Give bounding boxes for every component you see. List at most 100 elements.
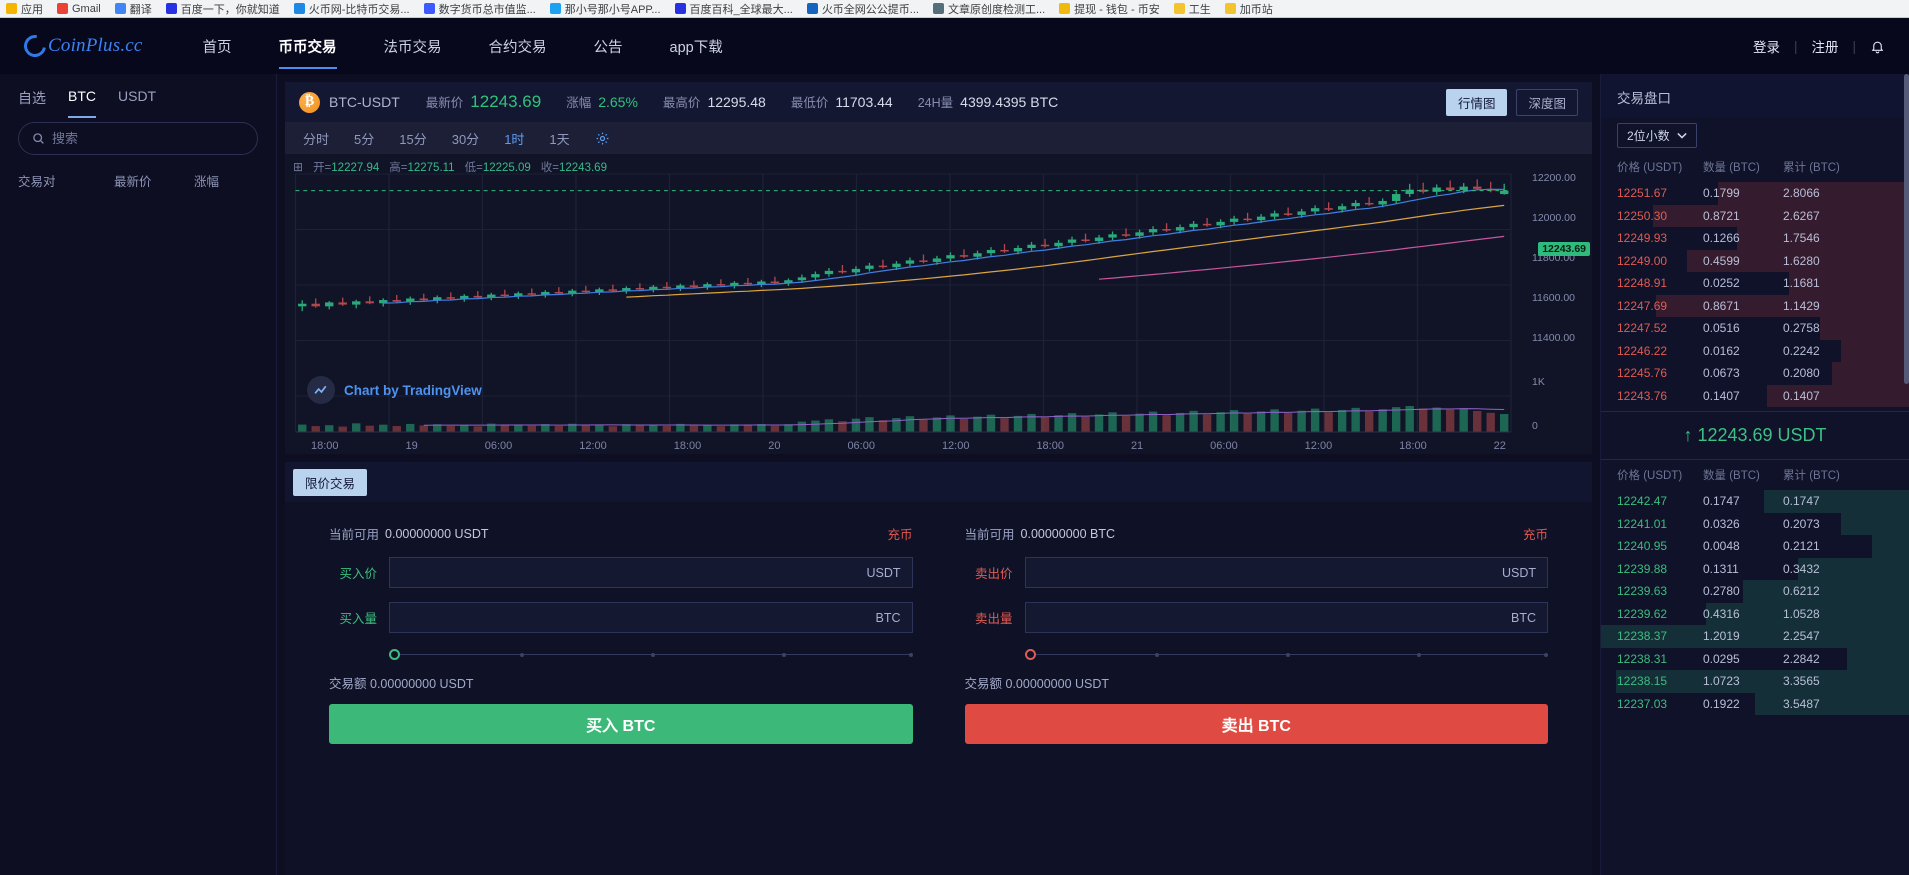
login-link[interactable]: 登录 bbox=[1753, 36, 1780, 56]
bookmark-item[interactable]: 百度一下，你就知道 bbox=[165, 1, 280, 17]
bookmark-item[interactable]: 数字货币总市值监... bbox=[423, 1, 536, 17]
gear-icon[interactable] bbox=[595, 131, 610, 146]
order-book-row[interactable]: 12242.47 0.1747 0.1747 bbox=[1601, 490, 1909, 513]
sell-price-box[interactable]: USDT bbox=[1024, 557, 1548, 588]
order-book-row[interactable]: 12246.22 0.0162 0.2242 bbox=[1601, 339, 1909, 362]
slider-knob[interactable] bbox=[1024, 649, 1036, 660]
row-quantity: 0.1311 bbox=[1703, 561, 1739, 576]
buy-percent-slider[interactable] bbox=[329, 647, 913, 663]
buy-topup-link[interactable]: 充币 bbox=[887, 524, 912, 543]
bookmark-item[interactable]: 加币站 bbox=[1224, 1, 1273, 17]
order-book-row[interactable]: 12248.91 0.0252 1.1681 bbox=[1601, 272, 1909, 295]
nav-item-合约交易[interactable]: 合约交易 bbox=[489, 18, 547, 75]
sell-percent-slider[interactable] bbox=[965, 647, 1548, 663]
bookmark-item[interactable]: 提现 - 钱包 - 币安 bbox=[1059, 1, 1160, 17]
order-book-row[interactable]: 12239.88 0.1311 0.3432 bbox=[1601, 557, 1909, 580]
page-body: 自选 BTC USDT 交易对 最新价 涨幅 ₿ BTC-USDT 最新价 12243… bbox=[0, 74, 1909, 875]
order-book-row[interactable]: 12238.15 1.0723 3.3565 bbox=[1601, 670, 1909, 693]
col-qty: 数量 (BTC) bbox=[1703, 162, 1760, 174]
row-price: 12238.37 bbox=[1617, 629, 1668, 644]
order-book-row[interactable]: 12238.31 0.0295 2.2842 bbox=[1601, 647, 1909, 670]
order-book-row[interactable]: 12243.76 0.1407 0.1407 bbox=[1601, 384, 1909, 407]
timeframe-1时[interactable]: 1时 bbox=[504, 129, 524, 148]
row-total: 0.2121 bbox=[1783, 539, 1820, 554]
market-tab-BTC[interactable]: BTC bbox=[68, 88, 96, 118]
timeframe-30分[interactable]: 30分 bbox=[452, 129, 479, 148]
order-book-row[interactable]: 12247.69 0.8671 1.1429 bbox=[1601, 294, 1909, 317]
page-scrollbar[interactable] bbox=[1904, 74, 1909, 384]
timeframe-bar: 分时 5分 15分 30分 1时 1天 bbox=[285, 122, 1592, 154]
timeframe-15分[interactable]: 15分 bbox=[399, 129, 426, 148]
buy-amount-input[interactable] bbox=[401, 610, 876, 625]
order-book-row[interactable]: 12250.30 0.8721 2.6267 bbox=[1601, 204, 1909, 227]
bookmark-label: 百度百科_全球最大... bbox=[689, 3, 793, 16]
nav-item-币币交易[interactable]: 币币交易 bbox=[279, 18, 337, 75]
sell-amount-input[interactable] bbox=[1036, 610, 1511, 625]
stat-label: 最高价 bbox=[662, 96, 701, 110]
order-book-row[interactable]: 12247.52 0.0516 0.2758 bbox=[1601, 317, 1909, 340]
buy-amount-box[interactable]: BTC bbox=[389, 602, 913, 633]
bookmark-item[interactable]: 应用 bbox=[6, 1, 43, 17]
top-right-actions: 登录 | 注册 | bbox=[1753, 36, 1885, 56]
price-tick: 11400.00 bbox=[1532, 332, 1576, 344]
sell-price-input[interactable] bbox=[1036, 565, 1502, 580]
order-book-row[interactable]: 12240.95 0.0048 0.2121 bbox=[1601, 535, 1909, 558]
market-tab-自选[interactable]: 自选 bbox=[18, 88, 46, 118]
sell-amount-box[interactable]: BTC bbox=[1024, 602, 1548, 633]
row-price: 12247.69 bbox=[1617, 298, 1668, 313]
order-book-row[interactable]: 12239.63 0.2780 0.6212 bbox=[1601, 580, 1909, 603]
bookmark-item[interactable]: 火币全网公公提币... bbox=[806, 1, 919, 17]
nav-item-法币交易[interactable]: 法币交易 bbox=[384, 18, 442, 75]
buy-submit-button[interactable]: 买入 BTC bbox=[329, 704, 913, 744]
nav-item-首页[interactable]: 首页 bbox=[203, 18, 232, 75]
order-book-row[interactable]: 12239.62 0.4316 1.0528 bbox=[1601, 602, 1909, 625]
order-book-row[interactable]: 12238.37 1.2019 2.2547 bbox=[1601, 625, 1909, 648]
order-book-row[interactable]: 12237.03 0.1922 3.5487 bbox=[1601, 692, 1909, 715]
price-tick: 12200.00 bbox=[1532, 172, 1576, 184]
divider: | bbox=[1793, 38, 1798, 54]
order-book-row[interactable]: 12249.00 0.4599 1.6280 bbox=[1601, 249, 1909, 272]
nav-item-app下载[interactable]: app下载 bbox=[670, 18, 723, 75]
timeframe-1天[interactable]: 1天 bbox=[549, 129, 569, 148]
nav-item-公告[interactable]: 公告 bbox=[594, 18, 623, 75]
slider-knob[interactable] bbox=[389, 649, 400, 660]
high-label: 高= bbox=[389, 162, 408, 174]
bookmark-item[interactable]: 翻译 bbox=[114, 1, 152, 17]
row-total: 3.3565 bbox=[1783, 674, 1820, 689]
bookmark-item[interactable]: 工生 bbox=[1173, 1, 1211, 17]
bookmark-label: 翻译 bbox=[129, 3, 152, 16]
row-quantity: 0.0048 bbox=[1703, 539, 1740, 554]
search-box[interactable] bbox=[18, 122, 258, 155]
buy-price-box[interactable]: USDT bbox=[389, 557, 913, 588]
precision-selector[interactable]: 2位小数 bbox=[1617, 123, 1697, 148]
chart-toggle-深度图[interactable]: 深度图 bbox=[1516, 88, 1578, 116]
order-book-row[interactable]: 12249.93 0.1266 1.7546 bbox=[1601, 227, 1909, 250]
bell-icon[interactable] bbox=[1870, 39, 1885, 54]
chart-toggle-行情图[interactable]: 行情图 bbox=[1445, 88, 1508, 116]
price-chart[interactable]: ⊞ 开=12227.94 高=12275.11 低=12225.09 收=122… bbox=[285, 154, 1592, 454]
bookmark-item[interactable]: 火币网-比特币交易... bbox=[293, 1, 410, 17]
search-input[interactable] bbox=[52, 131, 244, 146]
slider-tick bbox=[1544, 652, 1548, 657]
order-book-row[interactable]: 12241.01 0.0326 0.2073 bbox=[1601, 512, 1909, 535]
limit-order-tab[interactable]: 限价交易 bbox=[293, 468, 368, 496]
bookmark-item[interactable]: 那小号那小号APP... bbox=[549, 1, 661, 17]
bookmark-item[interactable]: 百度百科_全球最大... bbox=[674, 1, 793, 17]
order-book-row[interactable]: 12251.67 0.1799 2.8066 bbox=[1601, 182, 1909, 205]
tradingview-attribution[interactable]: Chart by TradingView bbox=[307, 376, 482, 404]
buy-price-input[interactable] bbox=[401, 565, 867, 580]
favicon-icon bbox=[6, 3, 17, 14]
tradingview-text: Chart by TradingView bbox=[344, 382, 482, 398]
bookmark-item[interactable]: Gmail bbox=[57, 3, 101, 15]
timeframe-分时[interactable]: 分时 bbox=[303, 129, 329, 148]
order-book-row[interactable]: 12245.76 0.0673 0.2080 bbox=[1601, 362, 1909, 385]
sell-topup-link[interactable]: 充币 bbox=[1523, 524, 1548, 543]
bookmark-item[interactable]: 文章原创度检测工... bbox=[932, 1, 1045, 17]
site-logo[interactable]: CoinPlus.cc bbox=[19, 30, 143, 62]
timeframe-5分[interactable]: 5分 bbox=[354, 129, 374, 148]
market-tab-USDT[interactable]: USDT bbox=[118, 88, 156, 118]
sell-submit-button[interactable]: 卖出 BTC bbox=[964, 704, 1548, 744]
register-link[interactable]: 注册 bbox=[1811, 36, 1838, 56]
ohlc-legend: ⊞ 开=12227.94 高=12275.11 低=12225.09 收=122… bbox=[293, 159, 607, 175]
time-tick: 18:00 bbox=[311, 440, 339, 452]
